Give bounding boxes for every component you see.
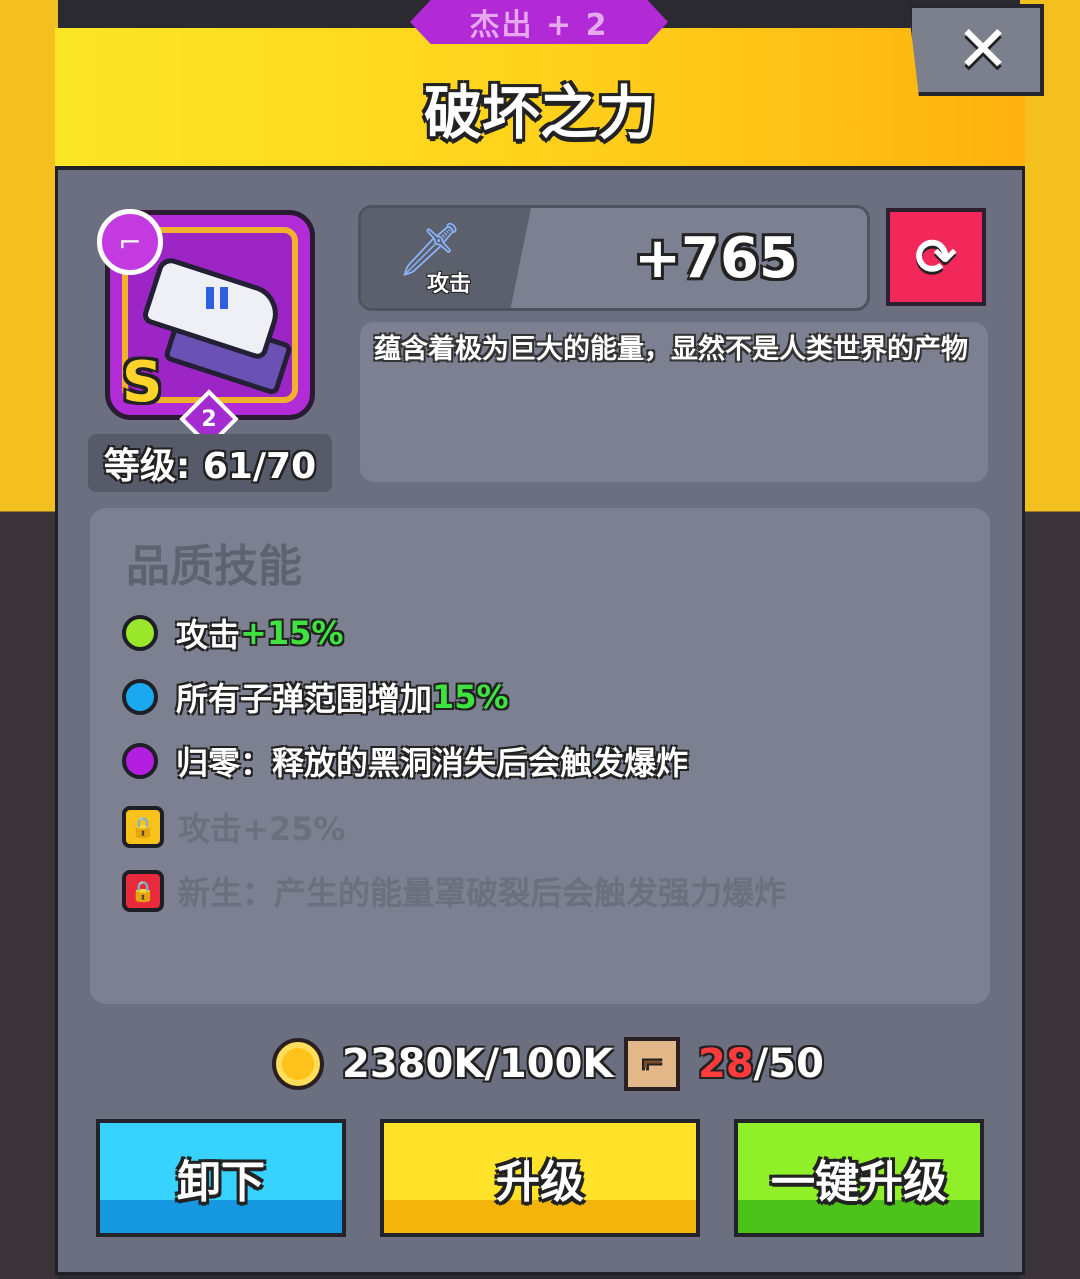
skill-item: 攻击 +15%: [122, 606, 343, 660]
background-right: [1020, 0, 1080, 1279]
skill-item: 所有子弹范围增加 15%: [122, 670, 509, 724]
item-description: 蕴含着极为巨大的能量，显然不是人类世界的产物: [360, 322, 988, 482]
gun-stripe: [206, 287, 214, 309]
skill-item-locked: 🔒 新生：产生的能量罩破裂后会触发强力爆炸: [122, 864, 786, 918]
blueprint-scroll-icon: ⌐: [624, 1037, 680, 1091]
close-icon: ✕: [956, 13, 1010, 87]
skills-title: 品质技能: [126, 541, 302, 592]
pistol-icon: ⌐: [97, 209, 163, 275]
skill-dot-icon: [122, 743, 158, 779]
refresh-icon: ⟳: [915, 228, 957, 286]
coin-cost: 2380K/100K: [272, 1034, 613, 1094]
background-left: [0, 0, 58, 1279]
quality-skills-panel: 品质技能 攻击 +15% 所有子弹范围增加 15% 归零：释放的黑洞消失后会触发爆炸…: [90, 508, 990, 1004]
skill-dot-icon: [122, 679, 158, 715]
skill-item: 归零：释放的黑洞消失后会触发爆炸: [122, 734, 688, 788]
attack-stat-bar: 🗡 攻击 +765: [358, 205, 870, 311]
skill-dot-icon: [122, 615, 158, 651]
upgrade-button[interactable]: 升级: [380, 1119, 700, 1237]
close-button[interactable]: ✕: [908, 4, 1044, 96]
item-level: 等级: 61/70: [88, 434, 332, 492]
item-title: 破坏之力: [423, 79, 656, 147]
unequip-button[interactable]: 卸下: [96, 1119, 346, 1237]
gun-stripe: [220, 287, 228, 309]
skill-item-locked: 🔒 攻击+25%: [122, 800, 345, 854]
stat-label: 攻击: [427, 272, 472, 297]
lock-icon: 🔒: [122, 806, 164, 848]
scroll-cost: ⌐ 28/50: [624, 1034, 824, 1094]
upgrade-all-button[interactable]: 一键升级: [734, 1119, 984, 1237]
coin-icon: [272, 1038, 324, 1090]
stat-value: +765: [634, 225, 798, 291]
rarity-label: 杰出 + 2: [410, 0, 668, 44]
lock-icon: 🔒: [122, 870, 164, 912]
grade-badge: S: [122, 350, 163, 415]
refresh-button[interactable]: ⟳: [886, 208, 986, 306]
